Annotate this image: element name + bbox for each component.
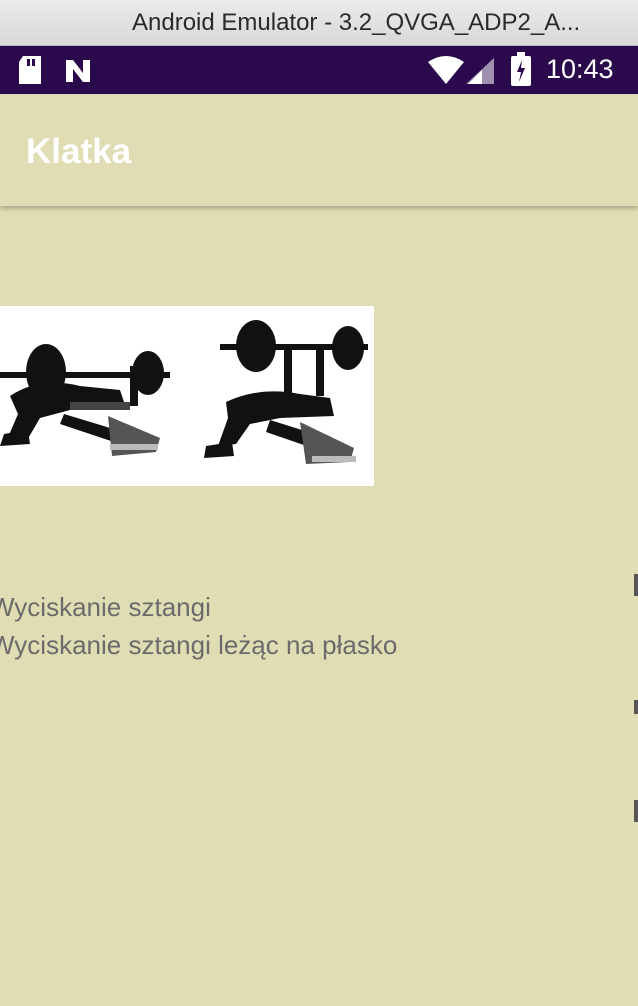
emulator-window-titlebar[interactable]: Android Emulator - 3.2_QVGA_ADP2_A...: [0, 0, 638, 46]
status-bar: 10:43: [0, 46, 638, 94]
bench-press-figure-1: [0, 344, 170, 456]
status-bar-time: 10:43: [546, 54, 614, 84]
bench-press-image: [0, 306, 374, 486]
exercise-description: Wyciskanie sztangi leżąc na płasko: [0, 630, 398, 660]
window-edge-mark: [634, 800, 638, 822]
app-bar: Klatka: [0, 94, 638, 206]
page-title: Klatka: [26, 132, 132, 171]
exercise-name: Wyciskanie sztangi: [0, 592, 211, 622]
window-edge-mark: [634, 700, 638, 714]
n-logo-icon: [64, 58, 92, 88]
window-title: Android Emulator - 3.2_QVGA_ADP2_A...: [132, 9, 581, 36]
window-edge-mark: [634, 574, 638, 596]
sd-card-icon: [17, 56, 43, 88]
battery-icon: [510, 52, 532, 90]
bench-press-figure-2: [204, 320, 368, 464]
wifi-icon: [428, 56, 464, 88]
cell-signal-icon: [466, 58, 494, 88]
